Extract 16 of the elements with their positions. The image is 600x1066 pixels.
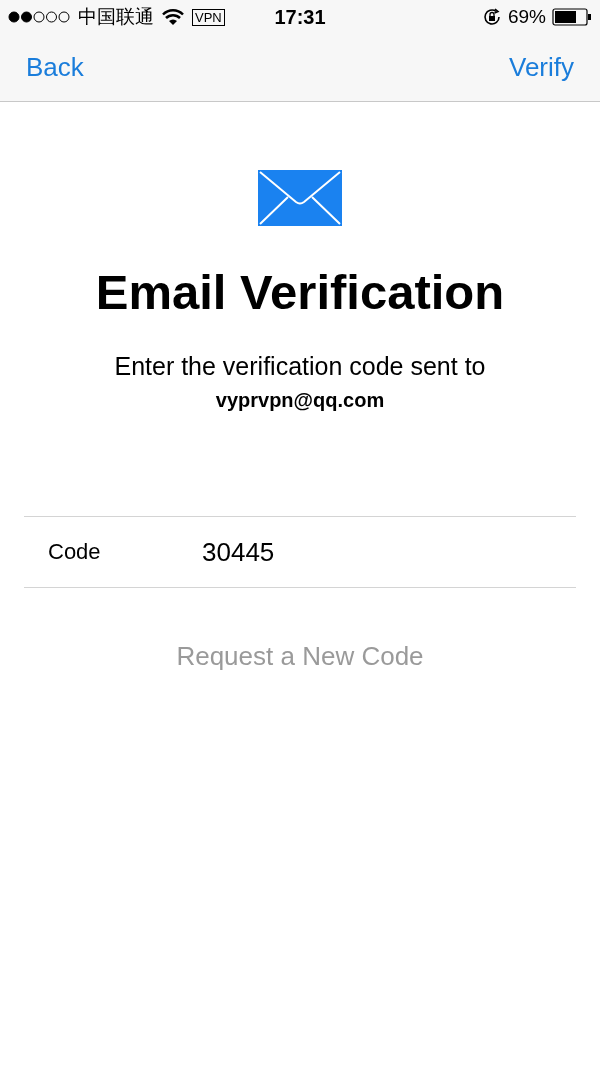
instruction-text: Enter the verification code sent to: [114, 352, 486, 381]
status-time: 17:31: [274, 5, 326, 29]
code-label: Code: [48, 539, 102, 565]
envelope-icon: [258, 170, 342, 226]
verify-button[interactable]: Verify: [508, 52, 574, 83]
battery-percentage: 69%: [507, 6, 546, 28]
vpn-indicator: VPN: [192, 8, 225, 26]
signal-icon: [8, 11, 70, 23]
battery-icon: [552, 8, 592, 26]
back-button[interactable]: Back: [26, 52, 84, 83]
code-input[interactable]: 30445: [202, 536, 402, 568]
wifi-icon: [162, 9, 184, 25]
email-address: vyprvpn@qq.com: [215, 389, 385, 412]
page-title: Email Verification: [95, 264, 505, 320]
rotation-lock-icon: [481, 7, 502, 27]
carrier-name: 中国联通: [78, 5, 154, 29]
